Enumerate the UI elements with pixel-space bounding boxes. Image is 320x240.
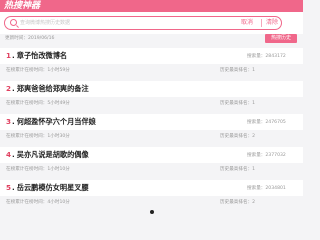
item-card[interactable]: 2. 郑爽爸爸给郑爽的备注 (0, 81, 303, 97)
item-rank: 2 (6, 84, 12, 93)
list-item[interactable]: 3. 何超盈怀孕六个月当伴娘 搜索量：2476705 在榜累计在榜时间：1小时30… (0, 114, 303, 147)
app-header: 热搜神器 (0, 0, 303, 12)
item-title-text: 章子怡改微博名 (16, 51, 68, 60)
list-item[interactable]: 4. 吴亦凡说是胡歌的偶像 搜索量：2377032 在榜累计在榜时间：1小时10分… (0, 147, 303, 180)
item-card[interactable]: 3. 何超盈怀孕六个月当伴娘 搜索量：2476705 (0, 114, 303, 130)
item-peak-rank: 历史最高排名：1 (220, 68, 256, 73)
item-meta: 在榜累计在榜时间：1小时10分 历史最高排名：1 (0, 165, 303, 175)
search-count: 搜索量：2034801 (247, 186, 286, 191)
item-rank: 4 (6, 150, 12, 159)
divider (261, 19, 262, 27)
list-item[interactable]: 5. 岳云鹏模仿女明星叉腰 搜索量：2034801 在榜累计在榜时间：4小时10分… (0, 180, 303, 213)
app-logo: 热搜神器 (4, 1, 41, 11)
item-rank: 5 (6, 183, 12, 192)
item-peak-rank: 历史最高排名：1 (220, 101, 256, 106)
item-meta: 在榜累计在榜时间：5小时49分 历史最高排名：1 (0, 99, 303, 109)
item-duration: 在榜累计在榜时间：1小时30分 (6, 134, 70, 139)
item-title[interactable]: 2. 郑爽爸爸给郑爽的备注 (6, 84, 89, 94)
item-title[interactable]: 3. 何超盈怀孕六个月当伴娘 (6, 117, 96, 127)
item-duration: 在榜累计在榜时间：1小时59分 (6, 68, 70, 73)
item-duration: 在榜累计在榜时间：1小时10分 (6, 167, 70, 172)
update-time: 更新时间：2019/06/16 (5, 36, 55, 41)
item-title-text: 郑爽爸爸给郑爽的备注 (16, 84, 89, 93)
item-card[interactable]: 5. 岳云鹏模仿女明星叉腰 搜索量：2034801 (0, 180, 303, 196)
item-title[interactable]: 5. 岳云鹏模仿女明星叉腰 (6, 183, 89, 193)
list-item[interactable]: 1. 章子怡改微博名 搜索量：2843172 在榜累计在榜时间：1小时59分 历史… (0, 48, 303, 81)
item-title-text: 吴亦凡说是胡歌的偶像 (16, 150, 89, 159)
item-card[interactable]: 1. 章子怡改微博名 搜索量：2843172 (0, 48, 303, 64)
item-card[interactable]: 4. 吴亦凡说是胡歌的偶像 搜索量：2377032 (0, 147, 303, 163)
search-count: 搜索量：2843172 (247, 54, 286, 59)
item-title-text: 岳云鹏模仿女明星叉腰 (16, 183, 89, 192)
item-duration: 在榜累计在榜时间：5小时49分 (6, 101, 70, 106)
search-bar: 取消 清除 (0, 12, 303, 34)
item-peak-rank: 历史最高排名：1 (220, 167, 256, 172)
search-input[interactable] (20, 17, 220, 29)
item-peak-rank: 历史最高排名：2 (220, 200, 256, 205)
item-meta: 在榜累计在榜时间：1小时30分 历史最高排名：2 (0, 132, 303, 142)
item-title-text: 何超盈怀孕六个月当伴娘 (16, 117, 96, 126)
item-peak-rank: 历史最高排名：2 (220, 134, 256, 139)
search-box[interactable]: 取消 清除 (4, 16, 282, 30)
list-item[interactable]: 2. 郑爽爸爸给郑爽的备注 在榜累计在榜时间：5小时49分 历史最高排名：1 (0, 81, 303, 114)
clear-button[interactable]: 清除 (266, 18, 278, 28)
item-meta: 在榜累计在榜时间：1小时59分 历史最高排名：1 (0, 66, 303, 76)
history-button[interactable]: 热搜历史 (265, 34, 297, 43)
item-title[interactable]: 1. 章子怡改微博名 (6, 51, 67, 61)
cancel-button[interactable]: 取消 (241, 18, 253, 28)
item-duration: 在榜累计在榜时间：4小时10分 (6, 200, 70, 205)
update-row: 更新时间：2019/06/16 热搜历史 (0, 34, 303, 44)
item-rank: 1 (6, 51, 12, 60)
search-icon (10, 19, 17, 26)
item-title[interactable]: 4. 吴亦凡说是胡歌的偶像 (6, 150, 89, 160)
item-rank: 3 (6, 117, 12, 126)
item-meta: 在榜累计在榜时间：4小时10分 历史最高排名：2 (0, 198, 303, 208)
scroll-indicator-dot (150, 210, 154, 214)
search-count: 搜索量：2377032 (247, 153, 286, 158)
search-count: 搜索量：2476705 (247, 120, 286, 125)
